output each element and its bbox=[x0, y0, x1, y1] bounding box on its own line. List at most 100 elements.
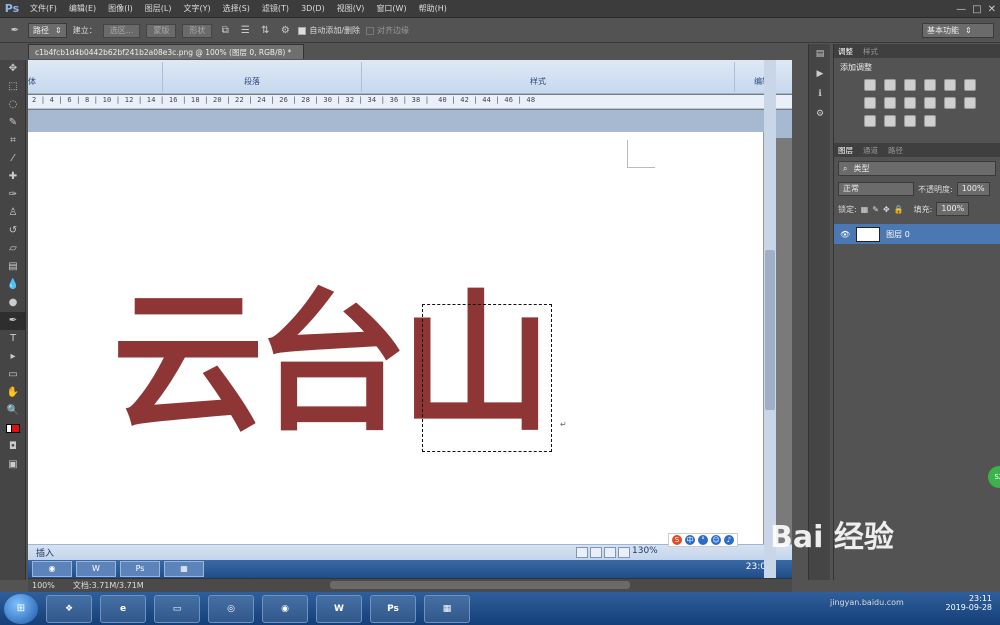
curves-icon[interactable] bbox=[904, 79, 916, 91]
exposure-icon[interactable] bbox=[924, 79, 936, 91]
blend-mode-select[interactable]: 正常 bbox=[838, 182, 914, 196]
quick-select-tool-icon[interactable]: ✎ bbox=[0, 114, 26, 132]
color-swatches-icon[interactable] bbox=[0, 420, 26, 438]
document-tab[interactable]: c1b4fcb1d4b0442b62bf241b2a08e3c.png @ 10… bbox=[28, 44, 304, 59]
path-alignment-icon[interactable]: ☰ bbox=[238, 25, 252, 36]
vertical-scrollbar[interactable] bbox=[764, 60, 776, 578]
hue-saturation-icon[interactable] bbox=[964, 79, 976, 91]
menu-filter[interactable]: 滤镜(T) bbox=[256, 0, 295, 18]
brush-tool-icon[interactable]: ✑ bbox=[0, 186, 26, 204]
gradient-map-icon[interactable] bbox=[904, 115, 916, 127]
posterize-icon[interactable] bbox=[864, 115, 876, 127]
rectangle-tool-icon[interactable]: ▭ bbox=[0, 366, 26, 384]
levels-icon[interactable] bbox=[884, 79, 896, 91]
history-brush-tool-icon[interactable]: ↺ bbox=[0, 222, 26, 240]
eye-icon[interactable]: 👁 bbox=[840, 230, 850, 239]
color-balance-icon[interactable] bbox=[864, 97, 876, 109]
start-button[interactable]: ⊞ bbox=[4, 593, 38, 624]
menu-select[interactable]: 选择(S) bbox=[217, 0, 256, 18]
clock-date[interactable]: 2019-09-28 bbox=[946, 603, 993, 612]
lock-all-icon[interactable]: 🔒 bbox=[894, 205, 904, 214]
tab-adjustments[interactable]: 调整 bbox=[838, 46, 853, 57]
clock-time[interactable]: 23:11 bbox=[946, 594, 992, 603]
pen-tool-icon[interactable]: ✒ bbox=[0, 312, 26, 330]
maximize-icon[interactable]: □ bbox=[972, 4, 981, 15]
layer-name[interactable]: 图层 0 bbox=[886, 229, 910, 240]
auto-add-delete-option[interactable]: 自动添加/删除 bbox=[298, 25, 360, 36]
image-viewer-icon[interactable]: ▦ bbox=[424, 594, 470, 623]
scrollbar-thumb[interactable] bbox=[765, 250, 775, 410]
menu-3d[interactable]: 3D(D) bbox=[295, 0, 331, 18]
eraser-tool-icon[interactable]: ▱ bbox=[0, 240, 26, 258]
selective-color-icon[interactable] bbox=[924, 115, 936, 127]
menu-view[interactable]: 视图(V) bbox=[331, 0, 371, 18]
black-white-icon[interactable] bbox=[884, 97, 896, 109]
screen-mode-icon[interactable]: ▣ bbox=[0, 456, 26, 474]
menu-file[interactable]: 文件(F) bbox=[24, 0, 63, 18]
word-app-icon[interactable]: W bbox=[316, 594, 362, 623]
menu-type[interactable]: 文字(Y) bbox=[177, 0, 216, 18]
dodge-tool-icon[interactable]: ● bbox=[0, 294, 26, 312]
tab-styles[interactable]: 样式 bbox=[863, 46, 878, 57]
canvas-area[interactable]: 体 段落 样式 编辑 2 | 4 | 6 | 8 | 10 | 12 | 14 … bbox=[28, 60, 792, 578]
checkbox-icon[interactable] bbox=[366, 26, 375, 35]
close-icon[interactable]: ✕ bbox=[988, 4, 996, 15]
move-tool-icon[interactable]: ✥ bbox=[0, 60, 26, 78]
quick-mask-icon[interactable]: ◘ bbox=[0, 438, 26, 456]
opacity-field[interactable]: 100% bbox=[956, 182, 990, 196]
marquee-tool-icon[interactable]: ⬚ bbox=[0, 78, 26, 96]
minimize-icon[interactable]: — bbox=[956, 4, 966, 15]
menu-layer[interactable]: 图层(L) bbox=[139, 0, 178, 18]
align-edges-option[interactable]: 对齐边缘 bbox=[366, 25, 409, 36]
hand-tool-icon[interactable]: ✋ bbox=[0, 384, 26, 402]
eyedropper-tool-icon[interactable]: ⁄ bbox=[0, 150, 26, 168]
store-app-icon[interactable]: ❖ bbox=[46, 594, 92, 623]
photo-filter-icon[interactable] bbox=[904, 97, 916, 109]
lock-pixels-icon[interactable]: ✎ bbox=[872, 205, 879, 214]
mask-button[interactable]: 蒙版 bbox=[146, 23, 177, 38]
menu-help[interactable]: 帮助(H) bbox=[413, 0, 453, 18]
crop-tool-icon[interactable]: ⌗ bbox=[0, 132, 26, 150]
shape-button[interactable]: 形状 bbox=[182, 23, 213, 38]
history-panel-icon[interactable]: ▤ bbox=[809, 44, 831, 64]
green-browser-icon[interactable]: ◎ bbox=[208, 594, 254, 623]
brightness-icon[interactable] bbox=[864, 79, 876, 91]
menu-image[interactable]: 图像(I) bbox=[102, 0, 139, 18]
properties-panel-icon[interactable]: ℹ bbox=[809, 84, 831, 104]
selection-button[interactable]: 选区... bbox=[102, 23, 141, 38]
tab-channels[interactable]: 通道 bbox=[863, 145, 878, 156]
workspace-select[interactable]: 基本功能 ⇕ bbox=[922, 23, 994, 38]
healing-brush-tool-icon[interactable]: ✚ bbox=[0, 168, 26, 186]
zoom-tool-icon[interactable]: 🔍 bbox=[0, 402, 26, 420]
pen-tool-icon[interactable]: ✒ bbox=[8, 25, 22, 36]
layer-filter-select[interactable]: ⌕ 类型 bbox=[838, 161, 996, 176]
menu-window[interactable]: 窗口(W) bbox=[370, 0, 412, 18]
layer-row[interactable]: 👁 图层 0 bbox=[834, 224, 1000, 244]
gradient-tool-icon[interactable]: ▤ bbox=[0, 258, 26, 276]
wechat-icon[interactable]: ◉ bbox=[262, 594, 308, 623]
checkbox-checked-icon[interactable] bbox=[298, 26, 307, 35]
vibrance-icon[interactable] bbox=[944, 79, 956, 91]
horizontal-scrollbar[interactable] bbox=[330, 581, 630, 589]
pen-mode-select[interactable]: 路径 ⇕ bbox=[28, 23, 67, 38]
tab-paths[interactable]: 路径 bbox=[888, 145, 903, 156]
channel-mixer-icon[interactable] bbox=[924, 97, 936, 109]
actions-panel-icon[interactable]: ▶ bbox=[809, 64, 831, 84]
zoom-level[interactable]: 100% bbox=[32, 581, 55, 590]
folder-icon[interactable]: ▭ bbox=[154, 594, 200, 623]
info-panel-icon[interactable]: ⚙ bbox=[809, 104, 831, 124]
lock-position-icon[interactable]: ✥ bbox=[883, 205, 890, 214]
tab-layers[interactable]: 图层 bbox=[838, 145, 853, 156]
lock-transparent-icon[interactable]: ▦ bbox=[861, 205, 869, 214]
lasso-tool-icon[interactable]: ◌ bbox=[0, 96, 26, 114]
type-tool-icon[interactable]: T bbox=[0, 330, 26, 348]
color-lookup-icon[interactable] bbox=[944, 97, 956, 109]
clone-stamp-tool-icon[interactable]: ♙ bbox=[0, 204, 26, 222]
path-operations-icon[interactable]: ⧉ bbox=[218, 25, 232, 36]
path-select-tool-icon[interactable]: ▸ bbox=[0, 348, 26, 366]
invert-icon[interactable] bbox=[964, 97, 976, 109]
blur-tool-icon[interactable]: 💧 bbox=[0, 276, 26, 294]
threshold-icon[interactable] bbox=[884, 115, 896, 127]
ie-browser-icon[interactable]: e bbox=[100, 594, 146, 623]
menu-edit[interactable]: 编辑(E) bbox=[63, 0, 102, 18]
